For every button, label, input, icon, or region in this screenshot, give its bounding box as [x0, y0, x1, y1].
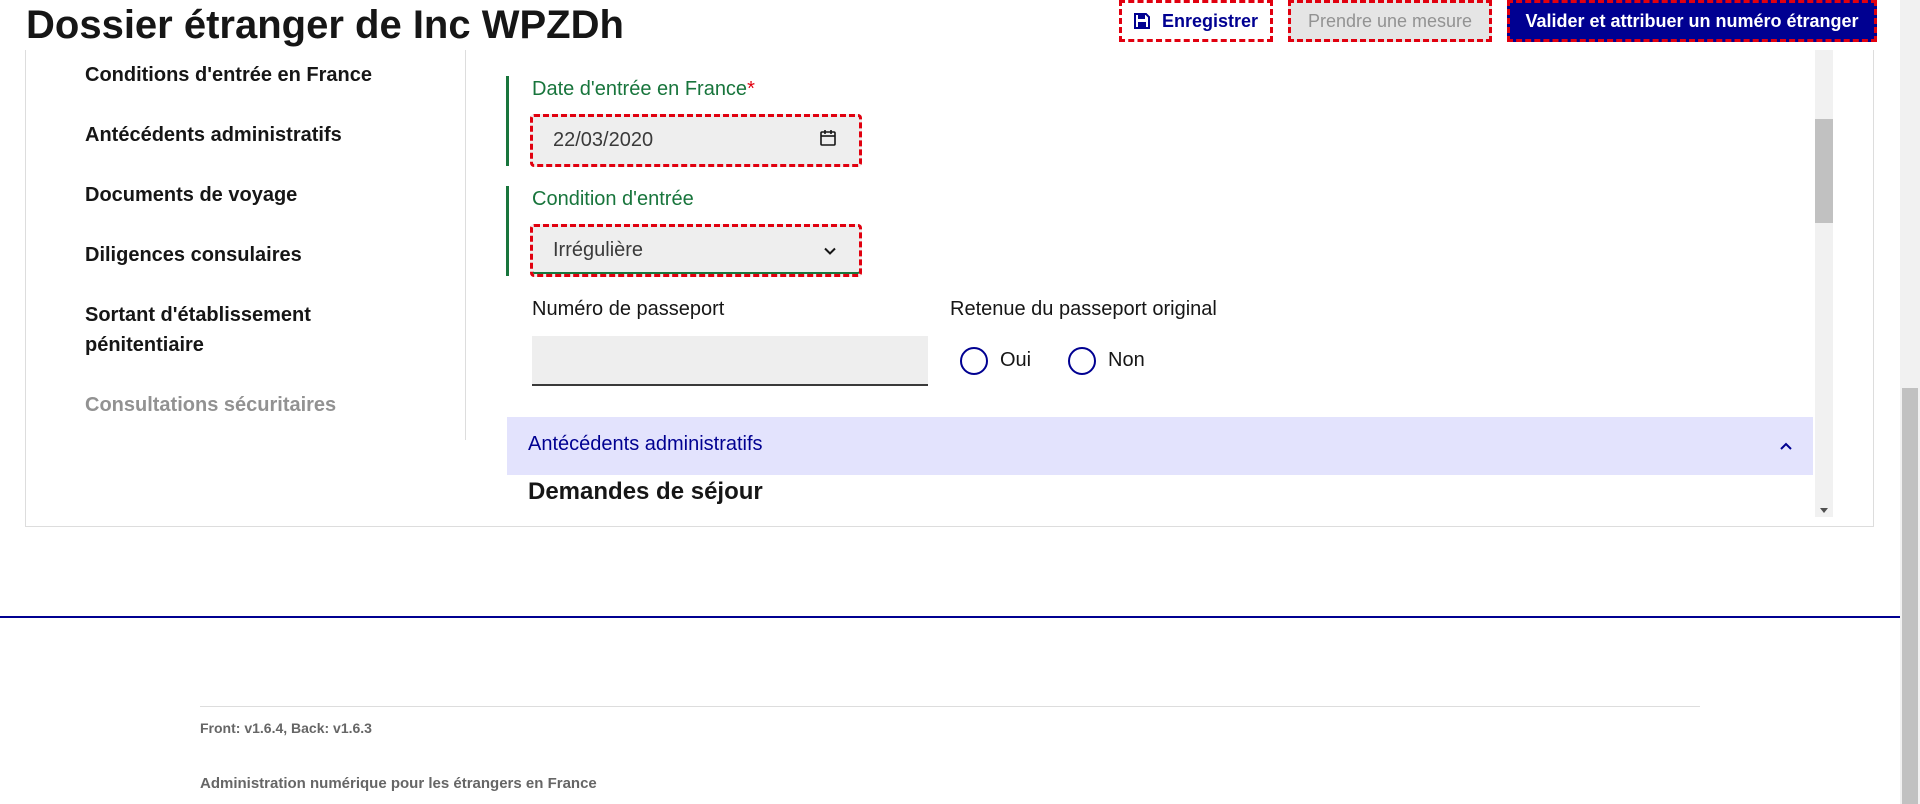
form-scroll-area[interactable]: Date d'entrée en France* 22/03/2020 Cond… [466, 50, 1833, 517]
section-title: Demandes de séjour [528, 478, 763, 505]
save-button-label: Enregistrer [1161, 10, 1259, 31]
sidebar-item-diligences[interactable]: Diligences consulaires [85, 240, 385, 270]
inner-scrollbar[interactable] [1815, 50, 1833, 517]
sidebar-item-sortant-penitentiaire[interactable]: Sortant d'établissement pénitentiaire [85, 300, 385, 360]
condition-entree-select[interactable]: Irrégulière [530, 224, 862, 277]
footer-separator [200, 706, 1700, 707]
page-title: Dossier étranger de Inc WPZDh [26, 3, 624, 47]
sidebar-item-conditions-entree[interactable]: Conditions d'entrée en France [85, 60, 385, 90]
side-nav: Conditions d'entrée en France Antécédent… [60, 50, 466, 440]
accordion-antecedents[interactable]: Antécédents administratifs [507, 417, 1813, 475]
footer-tagline: Administration numérique pour les étrang… [200, 775, 597, 792]
accordion-title: Antécédents administratifs [528, 433, 763, 455]
sidebar-item-consultations[interactable]: Consultations sécuritaires [85, 390, 385, 420]
footer-version: Front: v1.6.4, Back: v1.6.3 [200, 720, 372, 736]
page: Dossier étranger de Inc WPZDh Enregistre… [0, 0, 1920, 804]
sidebar-item-antecedents[interactable]: Antécédents administratifs [85, 120, 385, 150]
radio-non-label[interactable]: Non [1108, 349, 1145, 372]
chevron-up-icon [1779, 438, 1793, 456]
prendre-mesure-button[interactable]: Prendre une mesure [1288, 0, 1492, 42]
scroll-down-arrow-icon[interactable] [1820, 508, 1828, 513]
condition-field-bar [506, 186, 509, 276]
radio-oui-label[interactable]: Oui [1000, 349, 1031, 372]
page-scrollbar[interactable] [1900, 0, 1920, 804]
condition-entree-value: Irrégulière [553, 239, 644, 261]
sidebar-item-documents-voyage[interactable]: Documents de voyage [85, 180, 385, 210]
valider-button[interactable]: Valider et attribuer un numéro étranger [1507, 0, 1877, 42]
condition-label: Condition d'entrée [532, 188, 694, 210]
inner-scroll-thumb[interactable] [1815, 119, 1833, 223]
date-label: Date d'entrée en France* [532, 78, 755, 100]
passport-label: Numéro de passeport [532, 298, 725, 320]
chevron-down-icon [823, 239, 837, 262]
passport-input[interactable] [532, 336, 928, 386]
save-button[interactable]: Enregistrer [1119, 0, 1273, 42]
required-marker: * [747, 78, 755, 100]
date-entree-value: 22/03/2020 [553, 129, 654, 151]
page-scroll-thumb[interactable] [1902, 388, 1918, 804]
radio-oui[interactable] [960, 347, 988, 375]
prendre-mesure-label: Prendre une mesure [1307, 10, 1473, 31]
valider-button-label: Valider et attribuer un numéro étranger [1525, 10, 1859, 31]
calendar-icon[interactable] [819, 129, 837, 153]
date-entree-input[interactable]: 22/03/2020 [530, 114, 862, 167]
footer-divider [0, 616, 1900, 618]
date-field-bar [506, 76, 509, 166]
save-icon [1133, 13, 1150, 29]
retenue-label: Retenue du passeport original [950, 298, 1217, 320]
radio-non[interactable] [1068, 347, 1096, 375]
